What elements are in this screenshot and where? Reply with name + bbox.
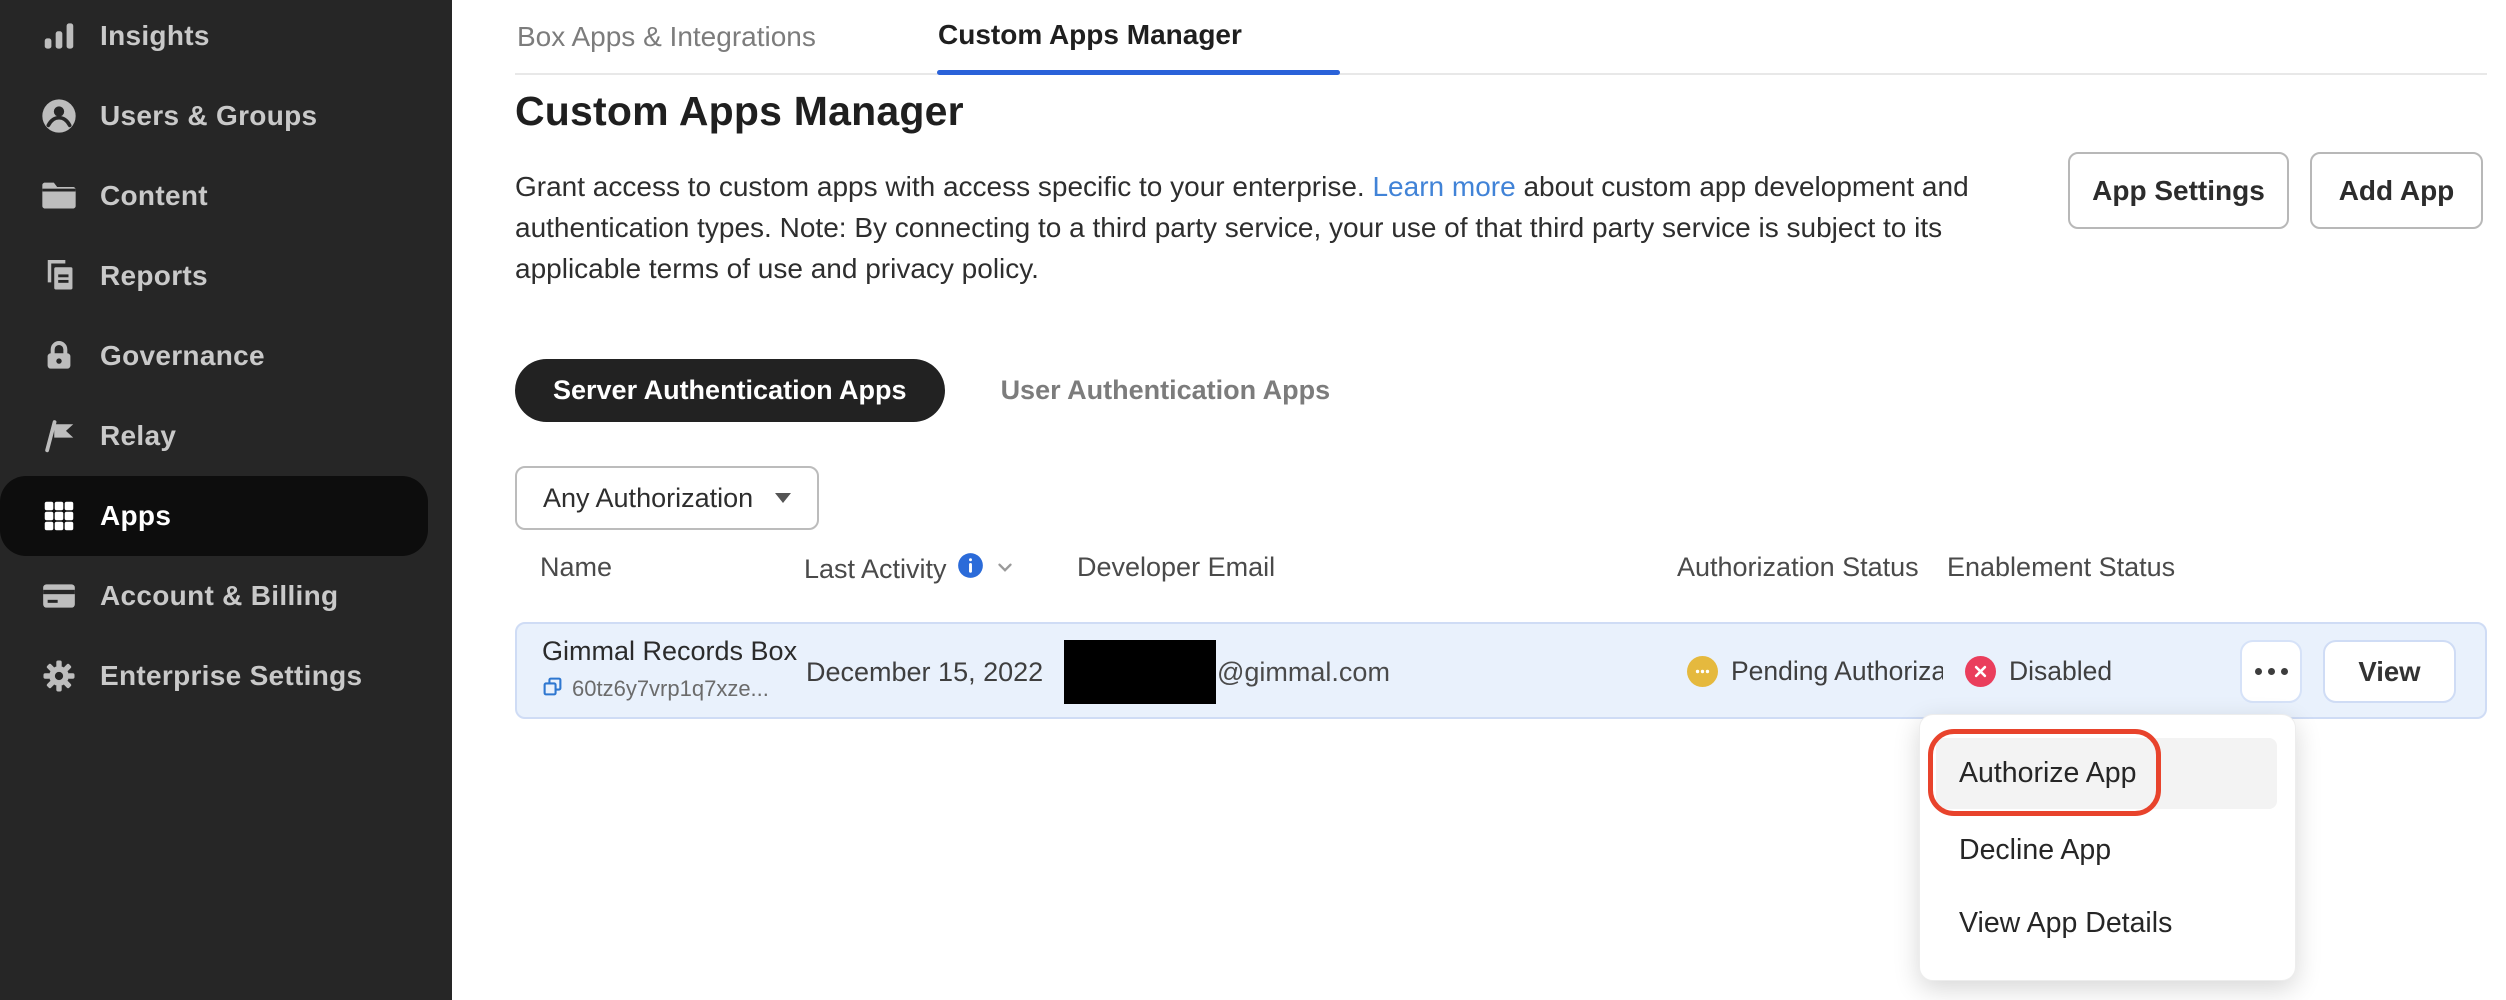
sidebar-item-label: Enterprise Settings <box>100 660 362 692</box>
sidebar-item-label: Apps <box>100 500 171 532</box>
lock-icon <box>38 335 80 377</box>
gear-icon <box>38 655 80 697</box>
sidebar-item-enterprise-settings[interactable]: Enterprise Settings <box>0 636 428 716</box>
bar-chart-icon <box>38 15 80 57</box>
table-row: Gimmal Records Box 60tz6y7vrp1q7xze... D… <box>515 622 2487 719</box>
copy-icon[interactable] <box>542 676 563 702</box>
page-title: Custom Apps Manager <box>515 88 964 135</box>
auth-type-segmented-control: Server Authentication Apps User Authenti… <box>515 359 1330 422</box>
box-admin-console: Insights Users & Groups <box>0 0 2506 1000</box>
tab-box-apps-integrations[interactable]: Box Apps & Integrations <box>517 21 816 53</box>
users-icon <box>38 95 80 137</box>
tab-bar: Box Apps & Integrations Custom Apps Mana… <box>515 0 2487 75</box>
filter-label: Any Authorization <box>543 483 753 514</box>
sidebar-item-label: Content <box>100 180 208 212</box>
sidebar-item-governance[interactable]: Governance <box>0 316 428 396</box>
sidebar-item-relay[interactable]: Relay <box>0 396 428 476</box>
reports-icon <box>38 255 80 297</box>
sidebar-nav: Insights Users & Groups <box>0 0 452 716</box>
menu-item-decline-app[interactable]: Decline App <box>1959 819 2259 881</box>
page-description: Grant access to custom apps with access … <box>515 166 2035 289</box>
client-id-row: 60tz6y7vrp1q7xze... <box>542 676 769 702</box>
sidebar-item-label: Users & Groups <box>100 100 317 132</box>
info-icon <box>957 552 984 586</box>
enablement-status-label: Disabled <box>2009 656 2112 687</box>
tab-custom-apps-manager[interactable]: Custom Apps Manager <box>938 19 1242 51</box>
main-content: Box Apps & Integrations Custom Apps Mana… <box>452 0 2506 1000</box>
sidebar-item-account-billing[interactable]: Account & Billing <box>0 556 428 636</box>
sidebar-item-users-groups[interactable]: Users & Groups <box>0 76 428 156</box>
flag-icon <box>38 415 80 457</box>
authorization-filter-dropdown[interactable]: Any Authorization <box>515 466 819 530</box>
chevron-down-icon <box>994 554 1016 585</box>
column-header-label: Last Activity <box>804 554 947 585</box>
column-header-enablement-status: Enablement Status <box>1947 552 2175 583</box>
authorization-status-label: Pending Authorization <box>1731 656 1943 687</box>
menu-item-view-app-details[interactable]: View App Details <box>1959 892 2259 954</box>
folder-icon <box>38 175 80 217</box>
segment-user-authentication-apps[interactable]: User Authentication Apps <box>1001 375 1331 406</box>
table-header: Name Last Activity Developer Email <box>515 552 2487 596</box>
add-app-button[interactable]: Add App <box>2310 152 2483 229</box>
authorization-status: Pending Authorization <box>1687 656 1943 687</box>
pending-icon <box>1687 656 1718 687</box>
sidebar-item-apps[interactable]: Apps <box>0 476 428 556</box>
redacted-email-block <box>1064 640 1216 704</box>
column-header-last-activity[interactable]: Last Activity <box>804 552 1016 586</box>
row-actions-button[interactable] <box>2240 640 2302 703</box>
column-header-name: Name <box>540 552 612 583</box>
view-button[interactable]: View <box>2323 640 2456 703</box>
ellipsis-icon <box>2255 668 2288 675</box>
learn-more-link[interactable]: Learn more <box>1372 171 1515 202</box>
sidebar-item-label: Account & Billing <box>100 580 338 612</box>
menu-item-authorize-app[interactable]: Authorize App <box>1959 738 2259 809</box>
developer-email-domain: @gimmal.com <box>1217 657 1390 688</box>
client-id: 60tz6y7vrp1q7xze... <box>572 676 769 702</box>
apps-grid-icon <box>38 495 80 537</box>
sidebar: Insights Users & Groups <box>0 0 452 1000</box>
sidebar-item-label: Reports <box>100 260 208 292</box>
sidebar-item-label: Relay <box>100 420 176 452</box>
context-menu: Authorize App Decline App View App Detai… <box>1919 714 2296 981</box>
sidebar-item-label: Governance <box>100 340 265 372</box>
sidebar-item-content[interactable]: Content <box>0 156 428 236</box>
error-icon <box>1965 656 1996 687</box>
description-text: Grant access to custom apps with access … <box>515 171 1372 202</box>
app-name: Gimmal Records Box <box>542 636 797 667</box>
last-activity-value: December 15, 2022 <box>806 657 1043 688</box>
app-settings-button[interactable]: App Settings <box>2068 152 2289 229</box>
column-header-developer-email: Developer Email <box>1077 552 1275 583</box>
sidebar-item-reports[interactable]: Reports <box>0 236 428 316</box>
sidebar-item-label: Insights <box>100 20 210 52</box>
segment-server-authentication-apps[interactable]: Server Authentication Apps <box>515 359 945 422</box>
column-header-authorization-status: Authorization Status <box>1677 552 1919 583</box>
enablement-status: Disabled <box>1965 656 2112 687</box>
caret-down-icon <box>775 493 791 503</box>
active-tab-underline <box>937 70 1340 75</box>
credit-card-icon <box>38 575 80 617</box>
sidebar-item-insights[interactable]: Insights <box>0 0 428 76</box>
